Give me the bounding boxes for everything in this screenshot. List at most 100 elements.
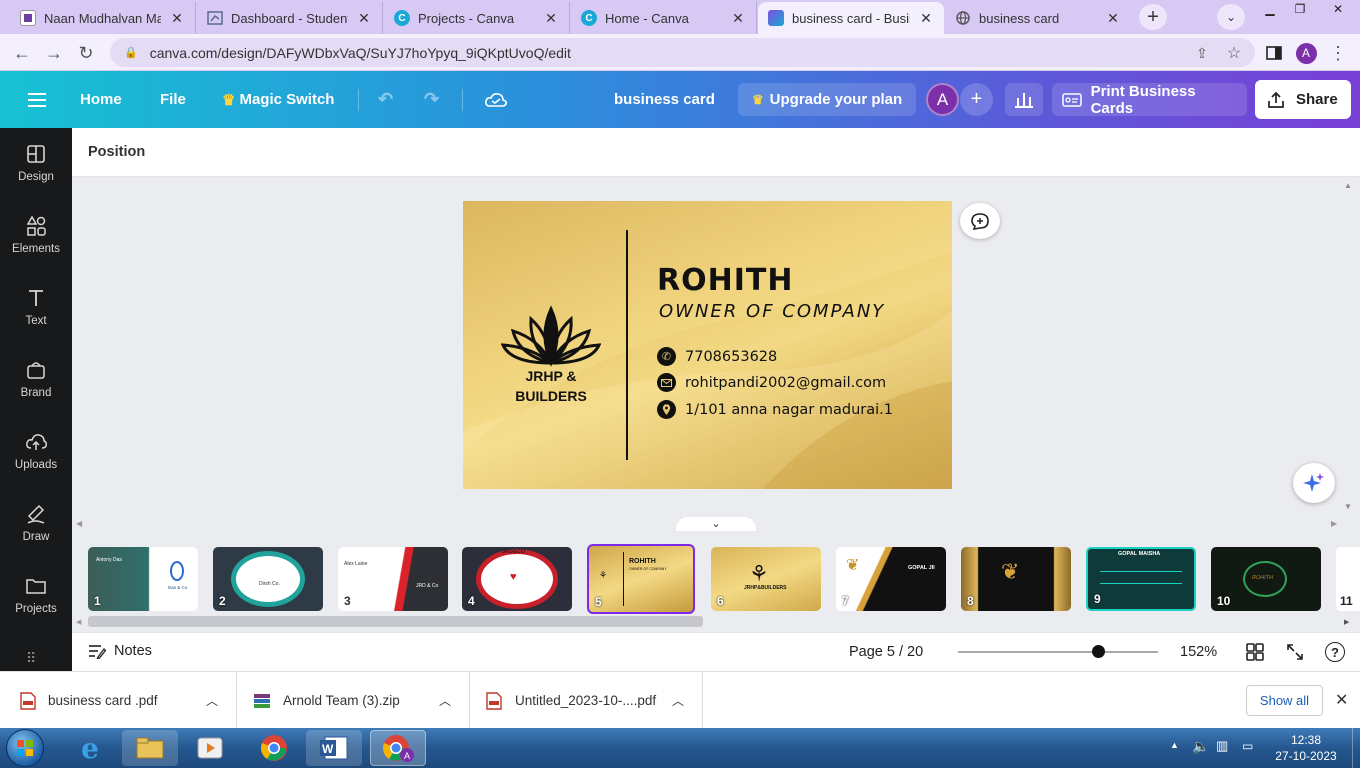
chrome-icon[interactable]: [246, 730, 302, 766]
zoom-slider[interactable]: [958, 645, 1158, 658]
scroll-left-icon[interactable]: ◀: [76, 519, 82, 528]
close-icon[interactable]: ✕: [918, 10, 934, 27]
forward-button[interactable]: →: [42, 41, 66, 65]
word-icon[interactable]: W: [306, 730, 362, 766]
help-icon[interactable]: ?: [1325, 642, 1345, 662]
page-thumbnail[interactable]: ❦ GOPAL JII 7: [836, 547, 946, 611]
page-thumbnail[interactable]: Dirsh Co. 2: [213, 547, 323, 611]
browser-tab[interactable]: Naan Mudhalvan Mass ✕: [10, 2, 196, 34]
show-hidden-icons[interactable]: ▲: [1170, 740, 1179, 750]
download-item[interactable]: business card .pdf ︿: [0, 672, 237, 729]
download-item[interactable]: Untitled_2023-10-....pdf ︿: [470, 672, 703, 729]
url-field[interactable]: 🔒 canva.com/design/DAFyWDbxVaQ/SuYJ7hoYp…: [110, 38, 1255, 67]
show-all-downloads-button[interactable]: Show all: [1246, 685, 1323, 716]
add-collaborator-button[interactable]: +: [960, 83, 993, 116]
network-icon[interactable]: ▥: [1216, 738, 1228, 754]
design-title[interactable]: business card: [606, 83, 723, 116]
chrome-profile-icon[interactable]: A: [370, 730, 426, 766]
vertical-scrollbar[interactable]: ▲ ▼: [1344, 181, 1352, 511]
position-button[interactable]: Position: [88, 144, 145, 160]
browser-tab[interactable]: C Projects - Canva ✕: [384, 2, 570, 34]
zoom-level[interactable]: 152%: [1180, 644, 1217, 660]
sidebar-item-elements[interactable]: Elements: [0, 204, 72, 266]
browser-tab[interactable]: Dashboard - Student ✕: [197, 2, 383, 34]
sidebar-item-text[interactable]: Text: [0, 276, 72, 338]
page-thumbnail[interactable]: 11: [1336, 547, 1360, 611]
fullscreen-icon[interactable]: [1286, 643, 1304, 664]
start-button[interactable]: [6, 729, 44, 767]
browser-tab-active[interactable]: business card - Busines ✕: [758, 2, 944, 34]
scrollbar-right-arrow[interactable]: ▶: [1344, 618, 1349, 626]
redo-icon[interactable]: ↷: [416, 83, 447, 116]
collapse-pages-button[interactable]: ⌄: [676, 517, 756, 531]
magic-assistant-button[interactable]: [1293, 463, 1335, 503]
restore-button[interactable]: ❐: [1285, 0, 1315, 18]
page-thumbnail-selected[interactable]: ⚘ ROHITH OWNER OF COMPANY 5: [587, 544, 695, 614]
close-icon[interactable]: ✕: [356, 10, 372, 27]
download-item[interactable]: Arnold Team (3).zip ︿: [237, 672, 470, 729]
new-tab-button[interactable]: +: [1139, 4, 1167, 30]
file-explorer-icon[interactable]: [122, 730, 178, 766]
chevron-up-icon[interactable]: ︿: [206, 692, 218, 709]
chevron-up-icon[interactable]: ︿: [672, 692, 684, 709]
zoom-slider-handle[interactable]: [1092, 645, 1105, 658]
system-clock[interactable]: 12:38 27-10-2023: [1268, 732, 1344, 764]
share-page-icon[interactable]: ⇪: [1190, 41, 1214, 65]
upgrade-plan-button[interactable]: ♛ Upgrade your plan: [738, 83, 916, 116]
page-thumbnail[interactable]: Alex Laine JRD & Co 3: [338, 547, 448, 611]
hamburger-menu-icon[interactable]: [20, 83, 54, 116]
share-button[interactable]: Share: [1255, 80, 1351, 119]
volume-icon[interactable]: 🔈: [1192, 738, 1209, 755]
notes-button[interactable]: Notes: [88, 643, 152, 659]
page-thumbnail[interactable]: ❦ 8: [961, 547, 1071, 611]
print-business-cards-button[interactable]: Print Business Cards: [1052, 83, 1247, 117]
undo-icon[interactable]: ↶: [370, 83, 401, 116]
sidebar-item-brand[interactable]: Brand: [0, 348, 72, 410]
sidebar-item-projects[interactable]: Projects: [0, 564, 72, 626]
browser-tab[interactable]: C Home - Canva ✕: [571, 2, 757, 34]
cloud-saved-icon[interactable]: [476, 83, 516, 116]
side-panel-icon[interactable]: [1262, 41, 1286, 65]
window-close-button[interactable]: ✕: [1318, 0, 1358, 18]
reload-button[interactable]: ↻: [74, 41, 98, 65]
close-icon[interactable]: ✕: [543, 10, 559, 27]
user-avatar[interactable]: A: [926, 83, 959, 116]
internet-explorer-icon[interactable]: e: [62, 730, 118, 766]
tab-search-button[interactable]: ⌄: [1217, 4, 1245, 30]
page-thumbnail[interactable]: Antony Das Das & Co 1: [88, 547, 198, 611]
grid-view-icon[interactable]: [1246, 643, 1264, 664]
sidebar-item-design[interactable]: Design: [0, 132, 72, 194]
page-indicator[interactable]: Page 5 / 20: [849, 644, 923, 660]
profile-avatar[interactable]: A: [1294, 41, 1318, 65]
show-desktop-button[interactable]: [1352, 728, 1360, 768]
apps-grid-icon[interactable]: ⠿: [26, 650, 37, 667]
analytics-icon[interactable]: [1005, 83, 1043, 116]
page-thumbnail[interactable]: JRD&CO ♥ 4: [462, 547, 572, 611]
file-button[interactable]: File: [152, 83, 194, 116]
close-icon[interactable]: ✕: [169, 10, 185, 27]
page-thumbnail[interactable]: ROHITH 10: [1211, 547, 1321, 611]
canva-icon: C: [394, 10, 410, 26]
business-card-design[interactable]: JRHP & BUILDERS ROHITH OWNER OF COMPANY …: [463, 201, 952, 489]
scroll-right-icon[interactable]: ▶: [1331, 519, 1337, 528]
browser-menu-icon[interactable]: ⋮: [1326, 41, 1350, 65]
sidebar-item-draw[interactable]: Draw: [0, 492, 72, 554]
back-button[interactable]: ←: [10, 41, 34, 65]
media-player-icon[interactable]: [182, 730, 238, 766]
browser-tab[interactable]: business card ✕: [945, 2, 1131, 34]
action-center-icon[interactable]: ▭: [1242, 739, 1253, 753]
add-comment-button[interactable]: [960, 203, 1000, 239]
page-thumbnail[interactable]: ⚘ JRHP&BUILDERS 6: [711, 547, 821, 611]
close-downloads-icon[interactable]: ✕: [1335, 690, 1348, 710]
magic-switch-button[interactable]: ♛ Magic Switch: [214, 83, 342, 116]
close-icon[interactable]: ✕: [1105, 10, 1121, 27]
minimize-button[interactable]: ▁: [1255, 0, 1285, 18]
home-button[interactable]: Home: [72, 83, 130, 116]
sidebar-item-uploads[interactable]: Uploads: [0, 420, 72, 482]
close-icon[interactable]: ✕: [730, 10, 746, 27]
bookmark-star-icon[interactable]: ☆: [1222, 41, 1246, 65]
pages-scrollbar-thumb[interactable]: [88, 616, 703, 627]
scrollbar-left-arrow[interactable]: ◀: [76, 618, 81, 626]
chevron-up-icon[interactable]: ︿: [439, 692, 451, 709]
page-thumbnail[interactable]: GOPAL MAISHA 9: [1086, 547, 1196, 611]
